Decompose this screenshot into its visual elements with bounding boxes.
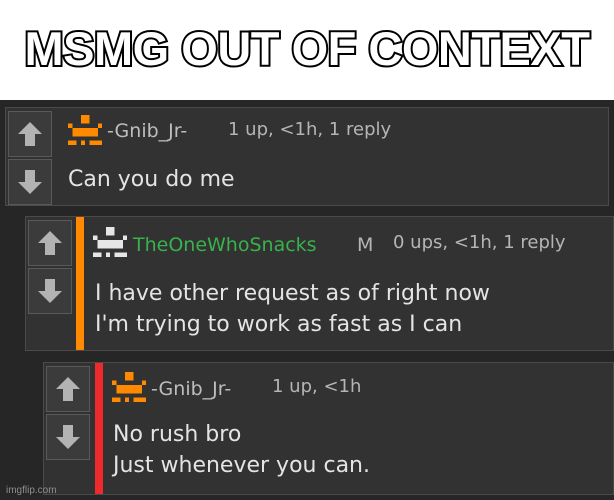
mod-badge: M [357, 234, 374, 256]
orange-pixel-avatar-icon [68, 115, 102, 145]
comment-1: -Gnib_Jr- 1 up, <1h, 1 reply Can you do … [5, 107, 609, 206]
reply-accent-bar [76, 217, 84, 350]
comment-3: -Gnib_Jr- 1 up, <1h No rush bro Just whe… [43, 362, 614, 495]
comment-body-line: No rush bro [113, 422, 242, 447]
comment-meta: 0 ups, <1h, 1 reply [393, 232, 566, 253]
vote-column [26, 217, 78, 350]
downvote-button[interactable] [28, 268, 72, 314]
upvote-button[interactable] [28, 220, 72, 266]
reply-accent-bar [95, 363, 103, 494]
white-pixel-avatar-icon [93, 227, 127, 257]
vote-column [6, 108, 58, 205]
watermark: imgflip.com [6, 485, 57, 496]
upvote-button[interactable] [8, 111, 52, 157]
up-arrow-icon [56, 377, 80, 401]
comment-username[interactable]: -Gnib_Jr- [151, 378, 231, 400]
comment-body-line: Can you do me [68, 167, 235, 192]
upvote-button[interactable] [46, 366, 90, 412]
comment-meta: 1 up, <1h [272, 376, 362, 397]
comment-username[interactable]: TheOneWhoSnacks [133, 234, 317, 256]
vote-column [44, 363, 96, 494]
comment-body-line: I have other request as of right now [95, 281, 490, 306]
downvote-button[interactable] [8, 159, 52, 205]
down-arrow-icon [38, 279, 62, 303]
down-arrow-icon [56, 425, 80, 449]
down-arrow-icon [18, 170, 42, 194]
comment-body-line: Just whenever you can. [113, 453, 370, 478]
up-arrow-icon [18, 122, 42, 146]
comment-username[interactable]: -Gnib_Jr- [107, 120, 187, 142]
up-arrow-icon [38, 231, 62, 255]
meme-title: MSMG OUT OF CONTEXT [0, 0, 614, 100]
comment-2: TheOneWhoSnacks M 0 ups, <1h, 1 reply I … [25, 216, 614, 351]
comment-meta: 1 up, <1h, 1 reply [228, 119, 392, 140]
orange-pixel-avatar-icon [112, 372, 146, 402]
downvote-button[interactable] [46, 414, 90, 460]
comment-body-line: I'm trying to work as fast as I can [95, 312, 463, 337]
